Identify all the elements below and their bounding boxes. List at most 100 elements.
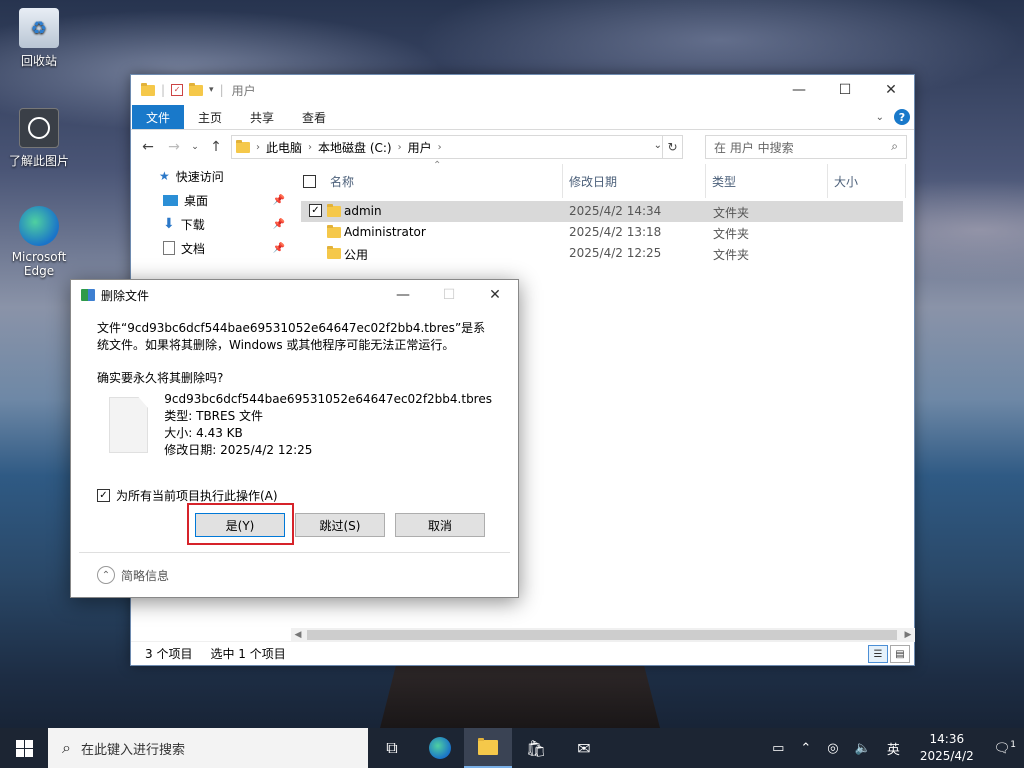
document-icon	[163, 241, 175, 255]
search-placeholder: 在 用户 中搜索	[714, 140, 794, 155]
nav-item-documents[interactable]: 文档 📌	[131, 236, 291, 260]
task-view-icon[interactable]: ⧉	[368, 728, 416, 768]
explorer-titlebar[interactable]: | ✓ ▾ | 用户 — ☐ ✕	[131, 75, 914, 105]
desktop-icon-edge[interactable]: Microsoft Edge	[2, 206, 76, 278]
pin-icon: 📌	[272, 218, 285, 230]
nav-item-desktop[interactable]: 桌面 📌	[131, 188, 291, 212]
table-row[interactable]: ✓ admin 2025/4/2 14:34 文件夹	[301, 201, 903, 222]
search-box[interactable]: 在 用户 中搜索 ⌕	[705, 135, 907, 159]
close-icon[interactable]: ✕	[868, 75, 914, 105]
address-row: ← → ⌄ ↑ › 此电脑 › 本地磁盘 (C:) › 用户 › ⌄ ↻ 在 用…	[131, 130, 914, 164]
tab-view[interactable]: 查看	[288, 105, 340, 129]
tab-share[interactable]: 共享	[236, 105, 288, 129]
row-checkbox[interactable]: ✓	[309, 204, 322, 217]
chevron-up-icon: ⌃	[97, 566, 115, 584]
minimize-icon[interactable]: —	[380, 280, 426, 310]
ime-indicator[interactable]: 英	[879, 739, 908, 758]
scroll-left-icon[interactable]: ◀	[291, 628, 305, 642]
yes-button[interactable]: 是(Y)	[195, 513, 285, 537]
column-modified[interactable]: 修改日期	[563, 164, 706, 198]
breadcrumb-item[interactable]: 本地磁盘 (C:)	[318, 139, 392, 156]
system-tray: ▭ ⌃ ◎ 🔈 英 14:36 2025/4/2 🗨1	[764, 728, 1024, 768]
file-icon	[109, 397, 149, 453]
chevron-up-icon[interactable]: ⌃	[792, 741, 819, 756]
details-toggle[interactable]: ⌃ 简略信息	[97, 566, 169, 584]
windows-logo-icon	[15, 739, 33, 757]
action-icon[interactable]: ▭	[764, 741, 792, 756]
volume-icon[interactable]: 🔈	[847, 741, 879, 756]
notification-icon[interactable]: 🗨1	[986, 740, 1024, 756]
edge-taskbar-icon[interactable]	[416, 728, 464, 768]
nav-quick-access[interactable]: ★ 快速访问	[131, 164, 291, 188]
recycle-bin-icon: ♻	[19, 8, 59, 48]
network-icon[interactable]: ◎	[819, 741, 846, 756]
status-bar: 3 个项目 选中 1 个项目 ☰ ▤	[131, 641, 914, 665]
table-row[interactable]: 公用 2025/4/2 12:25 文件夹	[301, 243, 903, 264]
minimize-icon[interactable]: —	[776, 75, 822, 105]
new-folder-icon[interactable]	[189, 82, 204, 96]
back-icon[interactable]: ←	[137, 136, 159, 158]
item-count: 3 个项目	[145, 647, 193, 661]
column-size[interactable]: 大小	[828, 164, 906, 198]
selected-count: 选中 1 个项目	[210, 647, 286, 661]
breadcrumb-item[interactable]: 此电脑	[266, 139, 302, 156]
file-size: 大小: 4.43 KB	[164, 426, 243, 440]
taskbar-search[interactable]: ⌕ 在此键入进行搜索	[48, 728, 368, 768]
help-icon[interactable]: ?	[894, 109, 910, 125]
desktop-icon-spotlight[interactable]: 了解此图片	[2, 108, 76, 169]
qat-dropdown-icon[interactable]: ▾	[209, 85, 214, 95]
apply-all-checkbox[interactable]: ✓	[97, 489, 110, 502]
properties-icon[interactable]: ✓	[171, 84, 184, 96]
maximize-icon[interactable]: ☐	[822, 75, 868, 105]
mail-taskbar-icon[interactable]: ✉	[560, 728, 608, 768]
taskbar-search-placeholder: 在此键入进行搜索	[80, 742, 185, 758]
up-icon[interactable]: ↑	[205, 136, 227, 158]
delete-file-dialog: 删除文件 — ☐ ✕ 文件“9cd93bc6dcf544bae69531052e…	[70, 279, 519, 598]
dialog-titlebar[interactable]: 删除文件 — ☐ ✕	[71, 280, 518, 310]
pin-icon: 📌	[272, 194, 285, 206]
refresh-icon[interactable]: ↻	[662, 136, 682, 158]
pin-icon: 📌	[272, 242, 285, 254]
address-bar[interactable]: › 此电脑 › 本地磁盘 (C:) › 用户 › ⌄ ↻	[231, 135, 683, 159]
edge-icon	[19, 206, 59, 246]
download-icon: ⬇	[163, 216, 175, 232]
tab-home[interactable]: 主页	[184, 105, 236, 129]
chevron-down-icon[interactable]: ⌄	[876, 112, 884, 123]
desktop-icon-label: Microsoft Edge	[11, 250, 67, 278]
nav-item-downloads[interactable]: ⬇ 下载 📌	[131, 212, 291, 236]
store-taskbar-icon[interactable]: 🛍	[512, 728, 560, 768]
maximize-icon: ☐	[442, 287, 456, 303]
folder-icon	[327, 246, 341, 259]
star-icon: ★	[159, 169, 170, 183]
folder-icon	[236, 139, 250, 153]
horizontal-scrollbar[interactable]: ◀ ▶	[291, 628, 915, 642]
file-modified: 修改日期: 2025/4/2 12:25	[164, 443, 313, 457]
forward-icon[interactable]: →	[163, 136, 185, 158]
camera-icon	[19, 108, 59, 148]
file-explorer-taskbar-icon[interactable]	[464, 728, 512, 768]
select-all-checkbox[interactable]	[303, 174, 316, 188]
dialog-divider	[79, 552, 510, 553]
ribbon: 文件 主页 共享 查看 ⌄ ?	[131, 105, 914, 130]
breadcrumb-item[interactable]: 用户	[408, 139, 432, 156]
close-icon[interactable]: ✕	[472, 280, 518, 310]
clock[interactable]: 14:36 2025/4/2	[908, 731, 986, 765]
file-type: 类型: TBRES 文件	[164, 409, 264, 423]
large-icons-view-icon[interactable]: ▤	[890, 645, 910, 663]
cancel-button[interactable]: 取消	[395, 513, 485, 537]
column-name[interactable]: 名称 ⌃	[297, 160, 563, 198]
details-view-icon[interactable]: ☰	[868, 645, 888, 663]
desktop-icon-recycle-bin[interactable]: ♻ 回收站	[2, 8, 76, 69]
address-dropdown-icon[interactable]: ⌄	[654, 140, 662, 151]
table-row[interactable]: Administrator 2025/4/2 13:18 文件夹	[301, 222, 903, 243]
tab-file[interactable]: 文件	[132, 105, 185, 129]
start-button[interactable]	[0, 728, 48, 768]
search-icon: ⌕	[891, 139, 898, 153]
scroll-thumb[interactable]	[307, 630, 897, 640]
taskbar: ⌕ 在此键入进行搜索 ⧉ 🛍 ✉ ▭ ⌃ ◎ 🔈 英 14:36 2025/4/…	[0, 728, 1024, 768]
skip-button[interactable]: 跳过(S)	[295, 513, 385, 537]
recent-dropdown-icon[interactable]: ⌄	[189, 136, 201, 158]
scroll-right-icon[interactable]: ▶	[901, 628, 915, 642]
apply-all-checkbox-row[interactable]: ✓ 为所有当前项目执行此操作(A)	[97, 487, 278, 504]
column-type[interactable]: 类型	[706, 164, 828, 198]
